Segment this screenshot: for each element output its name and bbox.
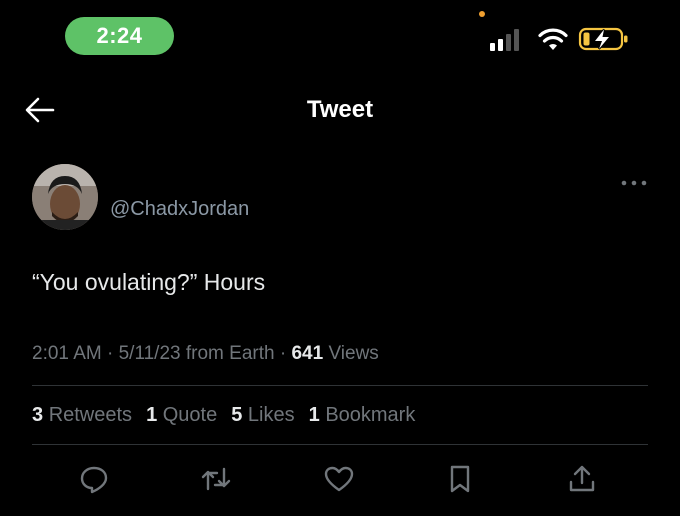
tweet-time[interactable]: 2:01 AM [32, 343, 102, 364]
views-count: 641 [291, 343, 324, 364]
quotes-stat[interactable]: 1 Quote [146, 404, 217, 427]
like-icon [324, 466, 354, 492]
retweets-stat[interactable]: 3 Retweets [32, 404, 132, 427]
divider [32, 444, 648, 445]
status-time: 2:24 [65, 17, 174, 55]
battery-charging-icon [578, 27, 628, 51]
reply-icon [80, 466, 108, 494]
avatar[interactable] [32, 164, 98, 230]
share-icon [569, 465, 595, 492]
reply-button[interactable] [78, 463, 110, 495]
quotes-count: 1 [146, 404, 158, 426]
likes-label: Likes [247, 404, 295, 426]
bookmarks-count: 1 [308, 404, 320, 426]
tweet-source: from Earth [185, 343, 275, 364]
bookmarks-label: Bookmark [325, 404, 416, 426]
likes-count: 5 [231, 404, 243, 426]
meta-separator: · [107, 343, 114, 364]
more-options-icon[interactable] [620, 178, 648, 188]
tweet-stats: 3 Retweets 1 Quote 5 Likes 1 Bookmark [32, 404, 415, 427]
tweet-meta: 2:01 AM · 5/11/23 from Earth · 641 Views [32, 343, 379, 365]
avatar-image [32, 164, 98, 230]
bookmarks-stat[interactable]: 1 Bookmark [309, 404, 416, 427]
retweets-count: 3 [32, 404, 44, 426]
privacy-indicator-dot [479, 11, 485, 17]
retweet-button[interactable] [200, 463, 232, 495]
retweet-icon [201, 467, 231, 491]
author-handle[interactable]: @ChadxJordan [110, 198, 249, 221]
meta-separator: · [274, 343, 292, 364]
quotes-label: Quote [162, 404, 218, 426]
tweet-text: “You ovulating?” Hours [32, 269, 266, 295]
divider [32, 385, 648, 386]
like-button[interactable] [323, 463, 355, 495]
bookmark-button[interactable] [444, 463, 476, 495]
signal-icon [490, 29, 519, 51]
views-label[interactable]: Views [328, 343, 378, 364]
tweet-date[interactable]: 5/11/23 [119, 343, 181, 364]
wifi-icon [538, 28, 568, 50]
share-button[interactable] [566, 463, 598, 495]
retweets-label: Retweets [48, 404, 133, 426]
page-title: Tweet [306, 96, 374, 123]
likes-stat[interactable]: 5 Likes [231, 404, 294, 427]
bookmark-icon [450, 465, 470, 493]
